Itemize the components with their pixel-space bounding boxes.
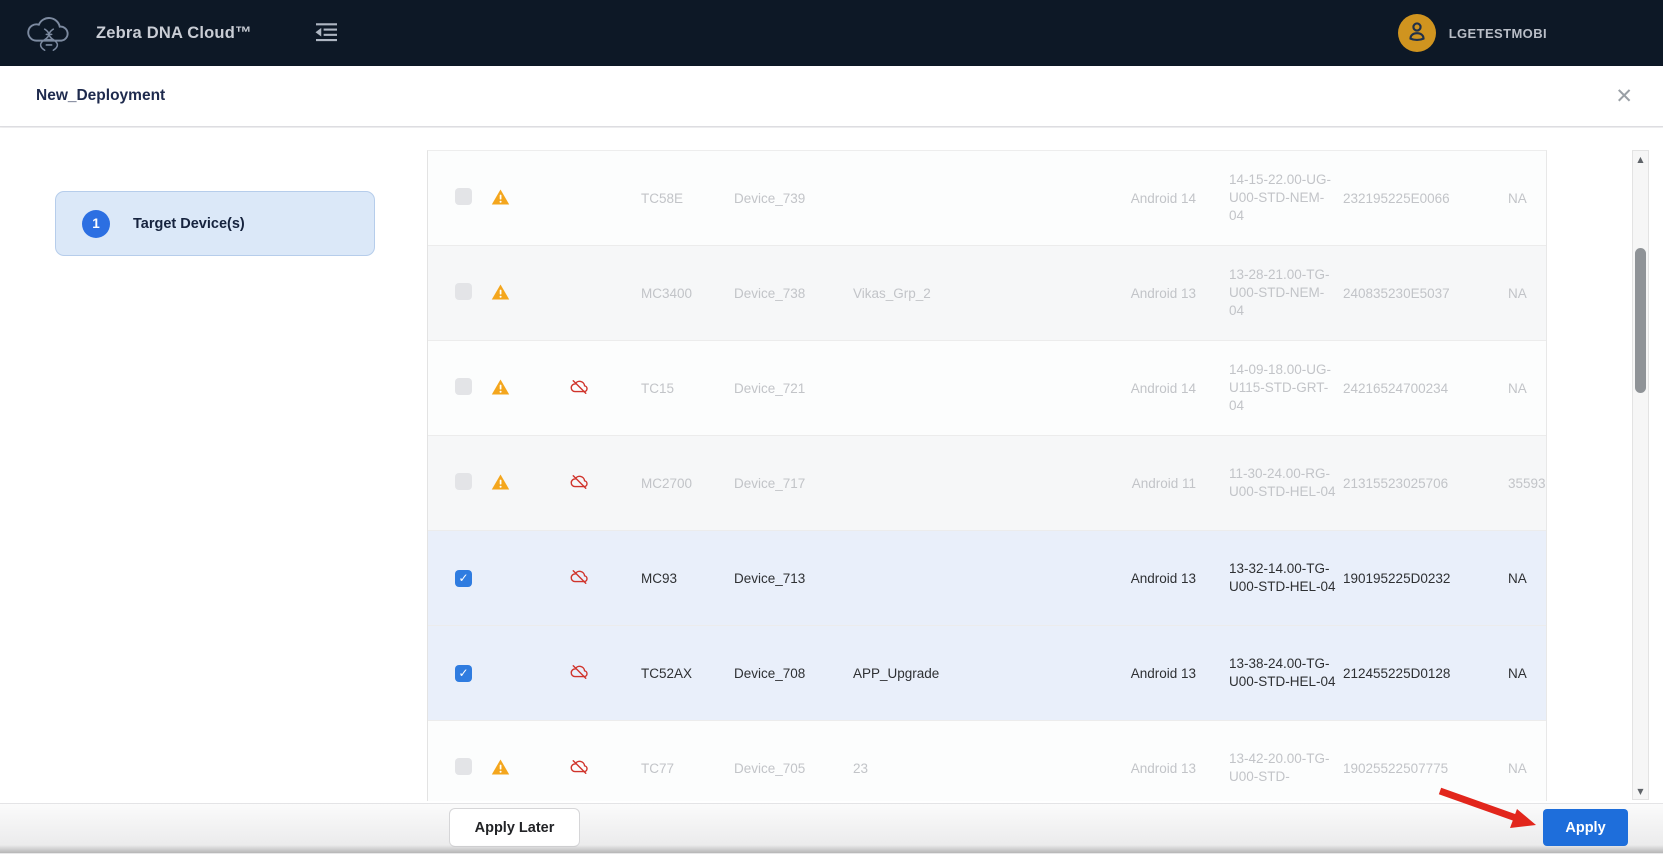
device-extra: NA [1508, 381, 1546, 396]
row-checkbox[interactable]: ✓ [455, 570, 472, 587]
device-extra: NA [1508, 571, 1546, 586]
table-row[interactable]: TC77 Device_705 23 Android 13 13-42-20.0… [428, 721, 1546, 801]
device-table-body: TC58E Device_739 Android 14 14-15-22.00-… [428, 151, 1546, 801]
device-name: Device_717 [733, 476, 848, 491]
device-name: Device_721 [733, 381, 848, 396]
device-os: Android 14 [988, 191, 1223, 206]
cloud-off-icon [569, 757, 590, 780]
row-checkbox[interactable] [455, 473, 472, 490]
step-number-badge: 1 [82, 210, 110, 238]
device-os: Android 13 [988, 761, 1223, 776]
scroll-up-arrow[interactable]: ▲ [1633, 152, 1648, 166]
app-title: Zebra DNA Cloud™ [96, 24, 252, 43]
device-serial: 190195225D0232 [1338, 571, 1508, 586]
device-table: TC58E Device_739 Android 14 14-15-22.00-… [427, 150, 1547, 801]
device-name: Device_738 [733, 286, 848, 301]
device-extra: NA [1508, 191, 1546, 206]
device-os: Android 13 [988, 571, 1223, 586]
cloud-off-icon [569, 377, 590, 400]
scroll-down-arrow[interactable]: ▼ [1633, 784, 1648, 798]
device-firmware: 13-38-24.00-TG-U00-STD-HEL-04 [1223, 655, 1338, 691]
table-row[interactable]: ✓ TC52AX Device_708 APP_Upgrade Android [428, 626, 1546, 721]
device-serial: 232195225E0066 [1338, 191, 1508, 206]
device-name: Device_705 [733, 761, 848, 776]
device-extra: 35593 [1508, 476, 1546, 491]
device-model: MC2700 [638, 476, 733, 491]
warning-triangle-icon [491, 758, 510, 779]
device-os: Android 11 [988, 476, 1223, 491]
device-serial: 212455225D0128 [1338, 666, 1508, 681]
menu-open-icon [314, 21, 339, 45]
app-header: Zebra DNA Cloud™ LGETESTMOBI [0, 0, 1663, 66]
row-checkbox[interactable]: ✓ [455, 665, 472, 682]
device-serial: 19025522507775 [1338, 761, 1508, 776]
apply-button[interactable]: Apply [1543, 809, 1628, 846]
device-group: APP_Upgrade [848, 666, 988, 681]
cloud-dna-logo [22, 9, 76, 60]
device-group: Vikas_Grp_2 [848, 286, 988, 301]
warning-triangle-icon [491, 378, 510, 399]
warning-triangle-icon [491, 188, 510, 209]
table-row[interactable]: MC3400 Device_738 Vikas_Grp_2 Android 13… [428, 246, 1546, 341]
device-extra: NA [1508, 761, 1546, 776]
row-checkbox[interactable] [455, 758, 472, 775]
vertical-scrollbar[interactable]: ▲ ▼ [1632, 150, 1649, 800]
warning-triangle-icon [491, 473, 510, 494]
device-firmware: 14-15-22.00-UG-U00-STD-NEM-04 [1223, 171, 1338, 225]
close-icon: ✕ [1615, 84, 1633, 108]
sidebar-toggle-button[interactable] [310, 17, 343, 49]
device-serial: 21315523025706 [1338, 476, 1508, 491]
table-row[interactable]: ✓ MC93 Device_713 Android 13 13-32- [428, 531, 1546, 626]
device-model: TC52AX [638, 666, 733, 681]
device-extra: NA [1508, 666, 1546, 681]
device-model: MC93 [638, 571, 733, 586]
cloud-off-icon [569, 662, 590, 685]
device-firmware: 14-09-18.00-UG-U115-STD-GRT-04 [1223, 361, 1338, 415]
step-label: Target Device(s) [133, 216, 245, 232]
device-model: TC58E [638, 191, 733, 206]
close-button[interactable]: ✕ [1609, 84, 1639, 109]
device-serial: 240835230E5037 [1338, 286, 1508, 301]
device-os: Android 13 [988, 286, 1223, 301]
user-name: LGETESTMOBI [1449, 26, 1547, 41]
apply-later-button[interactable]: Apply Later [449, 808, 580, 847]
table-row[interactable]: TC15 Device_721 Android 14 14-09-18.00-U… [428, 341, 1546, 436]
avatar[interactable] [1398, 14, 1436, 52]
warning-triangle-icon [491, 283, 510, 304]
device-firmware: 13-42-20.00-TG-U00-STD- [1223, 750, 1338, 786]
device-firmware: 13-28-21.00-TG-U00-STD-NEM-04 [1223, 266, 1338, 320]
device-serial: 24216524700234 [1338, 381, 1508, 396]
row-checkbox[interactable] [455, 283, 472, 300]
device-model: TC77 [638, 761, 733, 776]
device-model: MC3400 [638, 286, 733, 301]
scrollbar-thumb[interactable] [1635, 248, 1646, 393]
device-firmware: 11-30-24.00-RG-U00-STD-HEL-04 [1223, 465, 1338, 501]
device-extra: NA [1508, 286, 1546, 301]
device-name: Device_708 [733, 666, 848, 681]
row-checkbox[interactable] [455, 378, 472, 395]
dialog-footer: Apply Later Apply [0, 803, 1663, 854]
table-row[interactable]: TC58E Device_739 Android 14 14-15-22.00-… [428, 151, 1546, 246]
device-firmware: 13-32-14.00-TG-U00-STD-HEL-04 [1223, 560, 1338, 596]
device-os: Android 14 [988, 381, 1223, 396]
dialog-title: New_Deployment [36, 87, 165, 105]
cloud-off-icon [569, 567, 590, 590]
table-row[interactable]: MC2700 Device_717 Android 11 11-30-24.00… [428, 436, 1546, 531]
person-icon [1404, 18, 1430, 49]
device-name: Device_713 [733, 571, 848, 586]
wizard-step-target-devices[interactable]: 1 Target Device(s) [55, 191, 375, 256]
dialog-body: 1 Target Device(s) TC [0, 128, 1663, 803]
device-name: Device_739 [733, 191, 848, 206]
device-group: 23 [848, 761, 988, 776]
dialog-header: New_Deployment ✕ [0, 66, 1663, 127]
device-model: TC15 [638, 381, 733, 396]
device-os: Android 13 [988, 666, 1223, 681]
row-checkbox[interactable] [455, 188, 472, 205]
cloud-off-icon [569, 472, 590, 495]
